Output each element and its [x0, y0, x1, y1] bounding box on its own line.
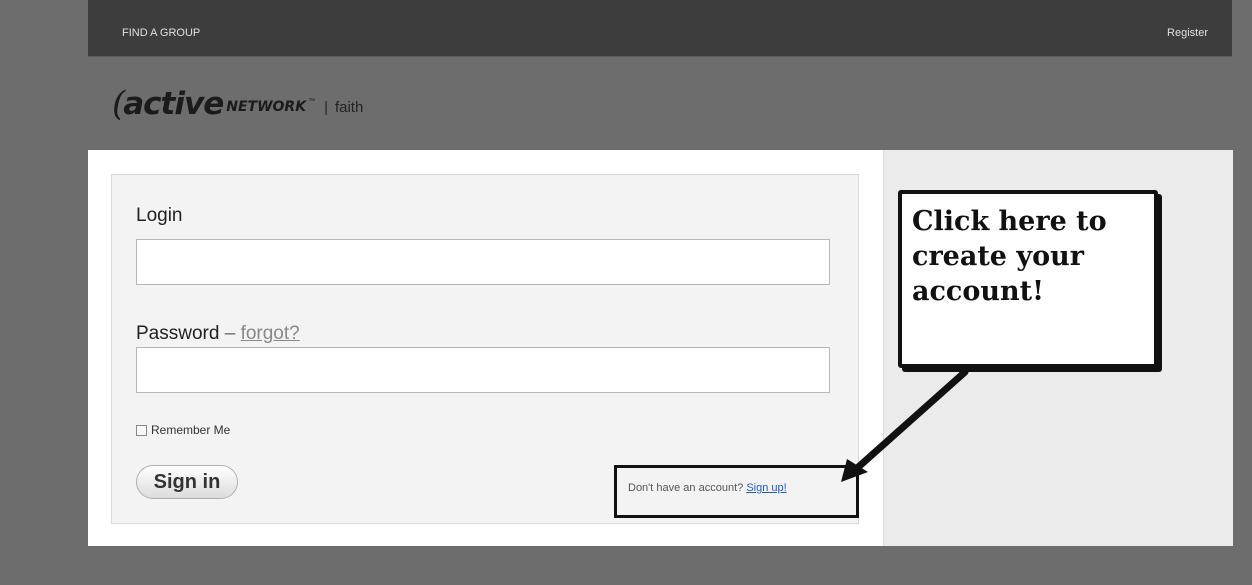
annotation-callout: Click here to create your account!: [898, 190, 1158, 368]
